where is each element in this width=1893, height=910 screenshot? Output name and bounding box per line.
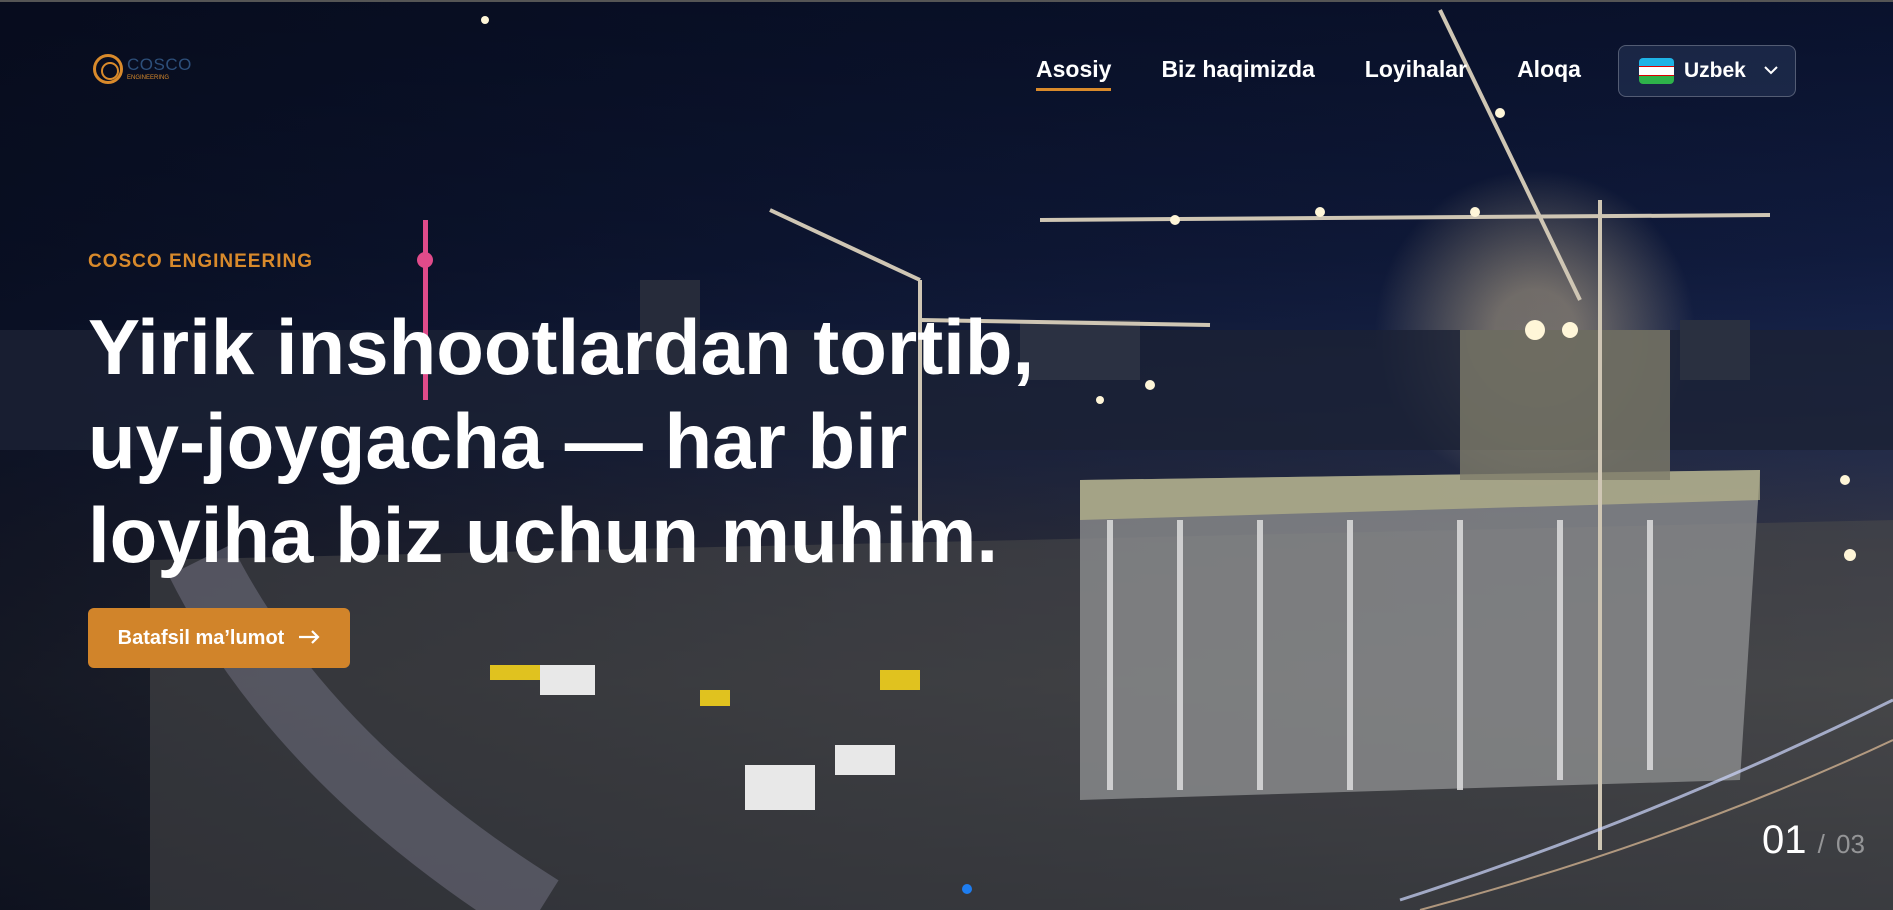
top-border — [0, 0, 1893, 2]
logo-wordmark: COSCO ENGINEERING — [127, 55, 192, 81]
slide-total: 03 — [1835, 829, 1865, 859]
chevron-down-icon — [1764, 62, 1778, 80]
more-info-button[interactable]: Batafsil ma’lumot — [88, 608, 350, 668]
slide-counter: 01 / 03 — [1762, 818, 1865, 863]
cosco-logo-icon — [93, 54, 123, 84]
slide-separator: / — [1817, 829, 1825, 859]
slide-indicator-dot[interactable] — [962, 884, 972, 894]
brand-logo[interactable]: COSCO ENGINEERING — [93, 54, 192, 84]
nav-item-asosiy[interactable]: Asosiy — [1036, 56, 1112, 91]
nav-item-aloqa[interactable]: Aloqa — [1517, 56, 1581, 91]
logo-subtitle: ENGINEERING — [127, 75, 170, 81]
nav-item-loyihalar[interactable]: Loyihalar — [1365, 56, 1467, 91]
hero-eyebrow: COSCO ENGINEERING — [88, 251, 313, 272]
cta-label: Batafsil ma’lumot — [117, 626, 285, 649]
uzbekistan-flag-icon — [1639, 58, 1674, 84]
language-label: Uzbek — [1684, 59, 1746, 82]
headline-line: loyiha biz uchun muhim. — [88, 491, 999, 579]
main-nav: Asosiy Biz haqimizda Loyihalar Aloqa — [1036, 56, 1581, 91]
headline-line: uy-joygacha — har bir — [88, 397, 908, 485]
headline-line: Yirik inshootlardan tortib, — [88, 303, 1035, 391]
hero-headline: Yirik inshootlardan tortib, uy-joygacha … — [88, 300, 1088, 582]
logo-name: COSCO — [127, 55, 192, 74]
slide-current: 01 — [1762, 818, 1807, 862]
nav-item-biz-haqimizda[interactable]: Biz haqimizda — [1161, 56, 1314, 91]
arrow-right-icon — [298, 627, 320, 650]
language-selector[interactable]: Uzbek — [1618, 45, 1796, 97]
